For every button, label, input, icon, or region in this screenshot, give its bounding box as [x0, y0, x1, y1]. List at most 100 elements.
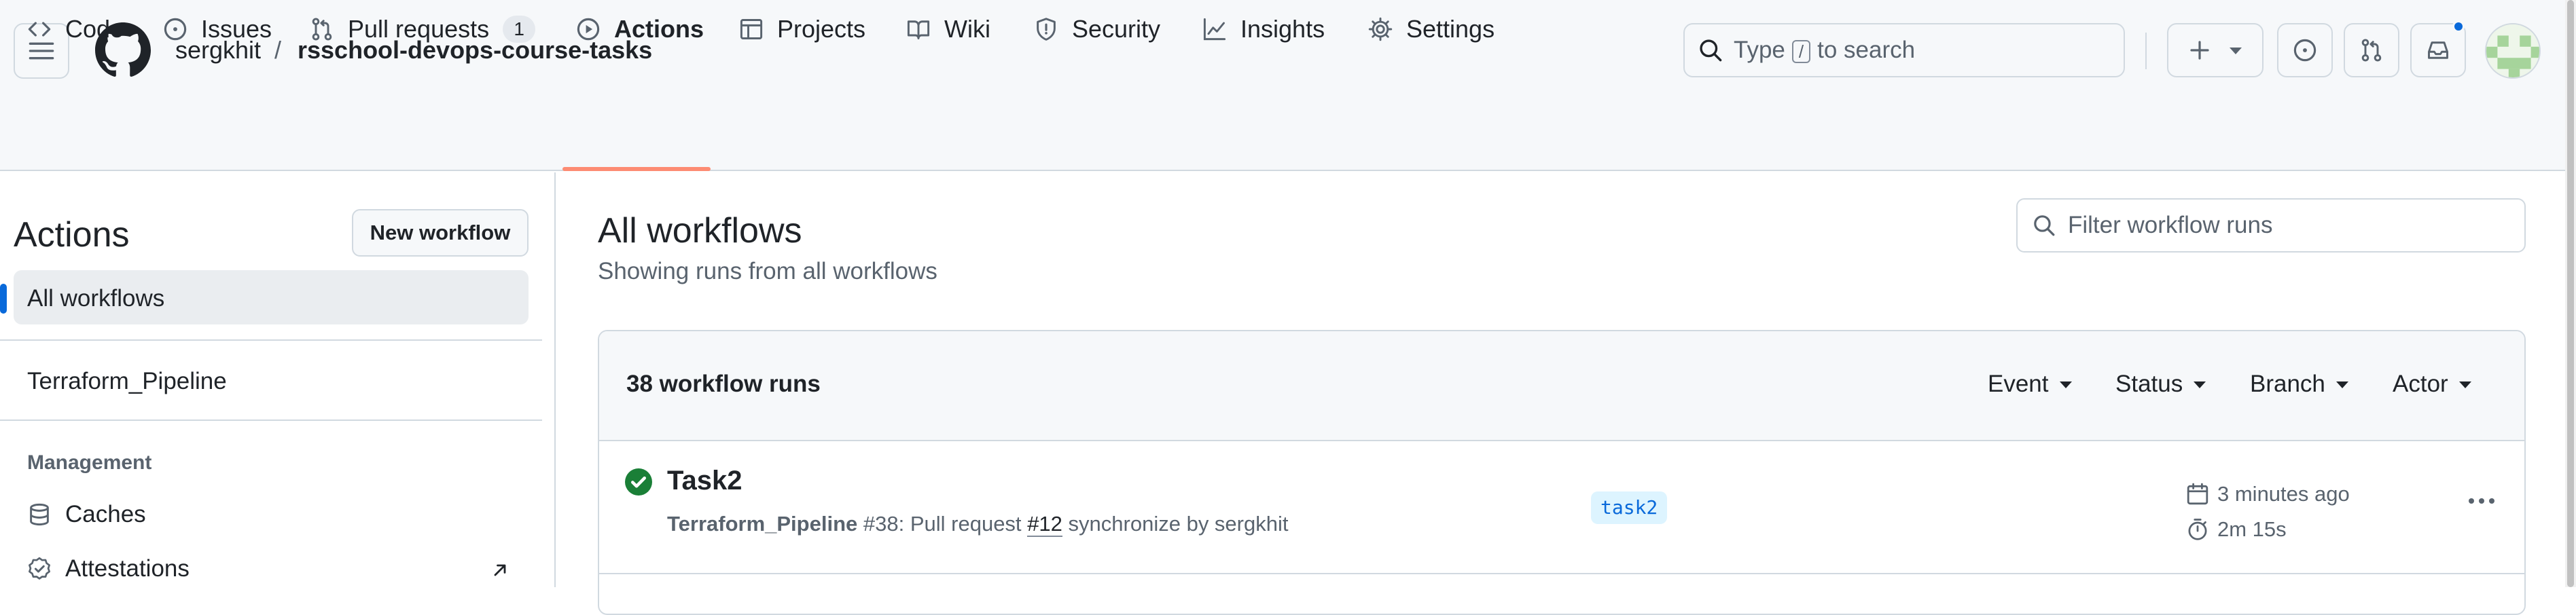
sidebar-item-label: Caches — [65, 501, 146, 527]
tab-projects[interactable]: Projects — [739, 0, 865, 58]
status-filter-dropdown[interactable]: Status — [2115, 369, 2206, 399]
sidebar-divider — [0, 339, 542, 341]
run-number: #38 — [863, 512, 899, 536]
workflow-run-row[interactable]: Task2 Terraform_Pipeline #38: Pull reque… — [599, 443, 2524, 574]
sidebar-item-terraform-pipeline[interactable]: Terraform_Pipeline — [27, 367, 227, 396]
run-options-button[interactable] — [2469, 498, 2494, 504]
graph-icon — [1203, 18, 1226, 41]
book-icon — [907, 20, 930, 39]
calendar-icon — [2187, 483, 2208, 505]
run-meta: Terraform_Pipeline #38: Pull request #12… — [667, 512, 1289, 537]
run-duration: 2m 15s — [2186, 516, 2287, 543]
issue-opened-icon — [164, 18, 187, 41]
header-divider — [2145, 33, 2147, 69]
kebab-dot — [2469, 498, 2474, 504]
kebab-dot — [2479, 498, 2484, 504]
active-tab-indicator — [562, 167, 711, 171]
identicon — [2486, 24, 2539, 77]
plus-icon — [2190, 41, 2209, 60]
actor-filter-dropdown[interactable]: Actor — [2393, 369, 2471, 399]
inbox-icon — [2428, 41, 2448, 59]
run-time-ago: 3 minutes ago — [2186, 481, 2350, 508]
gear-icon — [1368, 17, 1393, 41]
sidebar-item-label: Attestations — [65, 555, 190, 582]
git-pull-request-icon — [312, 18, 332, 41]
workflow-runs-count: 38 workflow runs — [626, 371, 821, 397]
chevron-down-icon — [2458, 381, 2471, 388]
shield-icon — [1037, 18, 1056, 41]
tab-security[interactable]: Security — [1034, 0, 1160, 58]
active-item-indicator — [0, 284, 7, 314]
pull-request-link[interactable]: #12 — [1027, 512, 1062, 537]
pull-requests-counter: 1 — [503, 16, 536, 43]
workflow-runs-header: 38 workflow runs Event Status Branch Act… — [599, 331, 2524, 441]
tab-label: Wiki — [944, 15, 990, 43]
dropdown-label: Status — [2115, 371, 2183, 397]
tab-pull-requests[interactable]: Pull requests 1 — [310, 0, 536, 58]
chevron-down-icon — [2336, 381, 2348, 388]
run-title[interactable]: Task2 — [667, 463, 742, 498]
chevron-down-icon — [2059, 381, 2072, 388]
sidebar-item-label: All workflows — [27, 285, 165, 312]
chevron-down-icon — [2194, 381, 2206, 388]
tab-wiki[interactable]: Wiki — [906, 0, 990, 58]
page-scrollbar-thumb[interactable] — [2567, 0, 2574, 587]
run-action: synchronize by sergkhit — [1068, 512, 1289, 536]
breadcrumb-separator: / — [274, 36, 282, 64]
search-shortcut-key: / — [1791, 40, 1811, 63]
dropdown-label: Actor — [2393, 371, 2448, 397]
sidebar-title: Actions — [14, 215, 130, 255]
tab-code[interactable]: Code — [27, 0, 124, 58]
page-title: All workflows — [598, 211, 802, 250]
run-event: Pull request — [910, 512, 1022, 536]
management-heading: Management — [27, 451, 152, 474]
event-filter-dropdown[interactable]: Event — [1988, 369, 2072, 399]
verified-icon — [29, 557, 50, 580]
database-icon — [30, 503, 49, 526]
workflow-runs-box: 38 workflow runs Event Status Branch Act… — [598, 330, 2526, 615]
run-workflow-name: Terraform_Pipeline — [667, 512, 858, 536]
create-new-button[interactable] — [2167, 23, 2264, 77]
sidebar-divider — [0, 420, 542, 421]
tab-label: Pull requests — [348, 15, 490, 43]
branch-label[interactable]: task2 — [1591, 491, 1668, 524]
dropdown-label: Event — [1988, 371, 2049, 397]
tab-label: Projects — [777, 15, 866, 43]
new-workflow-button[interactable]: New workflow — [352, 209, 529, 257]
issue-opened-icon — [2293, 39, 2316, 62]
search-prefix: Type — [1734, 37, 1785, 63]
check-circle-fill-icon — [625, 468, 652, 496]
tab-label: Issues — [201, 15, 272, 43]
search-icon — [2034, 215, 2055, 236]
external-link-icon — [494, 564, 506, 576]
code-icon — [28, 22, 51, 37]
search-suffix: to search — [1817, 37, 1916, 63]
filter-placeholder: Filter workflow runs — [2068, 212, 2273, 238]
tab-label: Insights — [1240, 15, 1325, 43]
tab-actions[interactable]: Actions — [576, 0, 704, 58]
play-icon — [577, 18, 600, 41]
dropdown-label: Branch — [2250, 371, 2325, 397]
avatar[interactable] — [2485, 23, 2541, 79]
time-ago-text: 3 minutes ago — [2217, 482, 2350, 506]
tab-label: Code — [65, 15, 124, 43]
branch-filter-dropdown[interactable]: Branch — [2250, 369, 2348, 399]
page-subtitle: Showing runs from all workflows — [598, 258, 937, 284]
pull-requests-button[interactable] — [2344, 23, 2399, 77]
table-icon — [740, 19, 763, 39]
tab-issues[interactable]: Issues — [163, 0, 272, 58]
tab-insights[interactable]: Insights — [1202, 0, 1325, 58]
sidebar-item-caches[interactable]: Caches — [27, 501, 146, 528]
git-pull-request-icon — [2361, 39, 2382, 62]
tab-label: Actions — [614, 15, 704, 43]
stopwatch-icon — [2188, 519, 2207, 540]
sidebar-item-attestations[interactable]: Attestations — [27, 555, 190, 582]
tab-settings[interactable]: Settings — [1368, 0, 1495, 58]
issues-button[interactable] — [2277, 23, 2333, 77]
duration-text: 2m 15s — [2217, 517, 2287, 541]
global-header: sergkhit / rsschool-devops-course-tasks … — [0, 0, 2576, 171]
notification-indicator — [2452, 20, 2465, 33]
filter-workflow-runs-input[interactable]: Filter workflow runs — [2016, 198, 2526, 253]
global-search[interactable]: Type / to search — [1683, 23, 2125, 77]
actions-sidebar: Actions New workflow All workflows Terra… — [0, 172, 556, 587]
